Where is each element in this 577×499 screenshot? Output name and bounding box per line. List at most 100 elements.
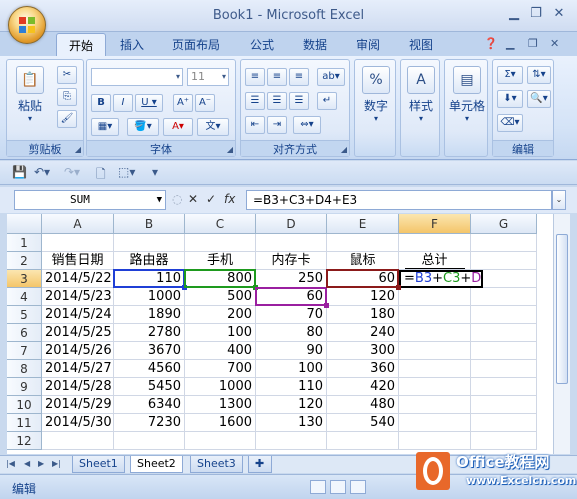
wrap-text-icon[interactable]: ↵ bbox=[317, 92, 337, 110]
column-header-c[interactable]: C bbox=[185, 214, 256, 234]
cell-e10[interactable]: 480 bbox=[327, 396, 399, 414]
cell-c8[interactable]: 700 bbox=[185, 360, 256, 378]
cell-e9[interactable]: 420 bbox=[327, 378, 399, 396]
ribbon-minimize-icon[interactable]: ▁ bbox=[506, 37, 514, 50]
sheet-tab-1[interactable]: Sheet1 bbox=[72, 456, 125, 473]
cell-a4[interactable]: 2014/5/23 bbox=[42, 288, 114, 306]
cell-g7[interactable] bbox=[471, 342, 537, 360]
cell-e12[interactable] bbox=[327, 432, 399, 450]
clear-icon[interactable]: ⌫▾ bbox=[497, 114, 523, 132]
cell-a11[interactable]: 2014/5/30 bbox=[42, 414, 114, 432]
cell-d3[interactable]: 250 bbox=[256, 270, 327, 288]
row-header-3[interactable]: 3 bbox=[7, 270, 42, 288]
row-header-4[interactable]: 4 bbox=[7, 288, 42, 306]
underline-button[interactable]: U ▾ bbox=[135, 94, 163, 112]
sheet-tab-2[interactable]: Sheet2 bbox=[130, 456, 183, 473]
cell-a5[interactable]: 2014/5/24 bbox=[42, 306, 114, 324]
cell-b4[interactable]: 1000 bbox=[114, 288, 185, 306]
font-launcher-icon[interactable]: ◢ bbox=[227, 145, 233, 154]
cell-f10[interactable] bbox=[399, 396, 471, 414]
align-right-icon[interactable]: ☰ bbox=[289, 92, 309, 110]
find-select-icon[interactable]: 🔍▾ bbox=[527, 90, 551, 108]
ribbon-close-icon[interactable]: ✕ bbox=[550, 37, 559, 50]
tab-formulas[interactable]: 公式 bbox=[250, 36, 274, 53]
cell-b5[interactable]: 1890 bbox=[114, 306, 185, 324]
expand-namebox-icon[interactable]: ◌ bbox=[172, 192, 182, 206]
cell-g9[interactable] bbox=[471, 378, 537, 396]
cell-b2[interactable]: 路由器 bbox=[114, 252, 185, 270]
page-break-view-icon[interactable] bbox=[350, 480, 366, 494]
column-header-a[interactable]: A bbox=[42, 214, 114, 234]
cell-a10[interactable]: 2014/5/29 bbox=[42, 396, 114, 414]
cell-b8[interactable]: 4560 bbox=[114, 360, 185, 378]
minimize-icon[interactable]: ▁ bbox=[505, 6, 523, 21]
help-icon[interactable]: ❓ bbox=[484, 37, 498, 50]
cell-a6[interactable]: 2014/5/25 bbox=[42, 324, 114, 342]
shrink-font-icon[interactable]: A⁻ bbox=[195, 94, 215, 112]
restore-icon[interactable]: ❐ bbox=[527, 6, 545, 21]
font-size-combo[interactable]: 11 ▾ bbox=[187, 68, 229, 86]
insert-sheet-icon[interactable]: ✚ bbox=[248, 456, 272, 473]
cell-b3[interactable]: 110 bbox=[114, 270, 185, 288]
cell-d2[interactable]: 内存卡 bbox=[256, 252, 327, 270]
column-header-d[interactable]: D bbox=[256, 214, 327, 234]
first-sheet-icon[interactable]: |◀ bbox=[6, 459, 15, 468]
column-header-e[interactable]: E bbox=[327, 214, 399, 234]
cancel-entry-icon[interactable]: ✕ bbox=[188, 192, 198, 206]
scrollbar-thumb[interactable] bbox=[556, 234, 568, 384]
cell-f11[interactable] bbox=[399, 414, 471, 432]
cell-a7[interactable]: 2014/5/26 bbox=[42, 342, 114, 360]
row-header-2[interactable]: 2 bbox=[7, 252, 42, 270]
office-button[interactable] bbox=[8, 6, 46, 44]
ribbon-restore-icon[interactable]: ❐ bbox=[528, 37, 538, 50]
cell-c9[interactable]: 1000 bbox=[185, 378, 256, 396]
select-all-corner[interactable] bbox=[7, 214, 42, 234]
font-name-combo[interactable]: ▾ bbox=[91, 68, 183, 86]
cell-f8[interactable] bbox=[399, 360, 471, 378]
copy-icon[interactable]: ⎘ bbox=[57, 88, 77, 106]
bold-button[interactable]: B bbox=[91, 94, 111, 112]
fill-color-icon[interactable]: 🪣▾ bbox=[127, 118, 159, 136]
cell-e6[interactable]: 240 bbox=[327, 324, 399, 342]
orientation-icon[interactable]: ab▾ bbox=[317, 68, 345, 86]
cell-f7[interactable] bbox=[399, 342, 471, 360]
sort-filter-icon[interactable]: ⇅▾ bbox=[527, 66, 551, 84]
column-header-f[interactable]: F bbox=[399, 214, 471, 234]
cell-d1[interactable] bbox=[256, 234, 327, 252]
autosum-icon[interactable]: Σ▾ bbox=[497, 66, 523, 84]
column-header-b[interactable]: B bbox=[114, 214, 185, 234]
row-header-11[interactable]: 11 bbox=[7, 414, 42, 432]
cell-e3[interactable]: 60 bbox=[327, 270, 399, 288]
tab-insert[interactable]: 插入 bbox=[120, 36, 144, 53]
decrease-indent-icon[interactable]: ⇤ bbox=[245, 116, 265, 134]
cell-b12[interactable] bbox=[114, 432, 185, 450]
cell-g2[interactable] bbox=[471, 252, 537, 270]
cell-b11[interactable]: 7230 bbox=[114, 414, 185, 432]
undo-icon[interactable]: ↶▾ bbox=[34, 165, 50, 179]
customize-toolbar-icon[interactable]: ▾ bbox=[152, 165, 158, 179]
cell-d4[interactable]: 60 bbox=[256, 288, 327, 306]
cell-c10[interactable]: 1300 bbox=[185, 396, 256, 414]
cell-e4[interactable]: 120 bbox=[327, 288, 399, 306]
enter-entry-icon[interactable]: ✓ bbox=[206, 192, 216, 206]
tab-home[interactable]: 开始 bbox=[56, 33, 107, 57]
row-header-5[interactable]: 5 bbox=[7, 306, 42, 324]
number-format-button[interactable]: % 数字 ▾ bbox=[359, 66, 393, 123]
cell-f4[interactable] bbox=[399, 288, 471, 306]
select-icon[interactable]: ⬚▾ bbox=[118, 165, 135, 179]
font-color-icon[interactable]: A▾ bbox=[163, 118, 193, 136]
cell-b10[interactable]: 6340 bbox=[114, 396, 185, 414]
cell-b7[interactable]: 3670 bbox=[114, 342, 185, 360]
vertical-scrollbar[interactable] bbox=[553, 214, 570, 454]
active-cell-editor[interactable]: =B3+C3+D4+E3 bbox=[399, 270, 483, 288]
cell-g8[interactable] bbox=[471, 360, 537, 378]
column-header-g[interactable]: G bbox=[471, 214, 537, 234]
cell-b6[interactable]: 2780 bbox=[114, 324, 185, 342]
cell-d12[interactable] bbox=[256, 432, 327, 450]
row-header-6[interactable]: 6 bbox=[7, 324, 42, 342]
grow-font-icon[interactable]: A⁺ bbox=[173, 94, 193, 112]
next-sheet-icon[interactable]: ▶ bbox=[38, 459, 44, 468]
cell-a1[interactable] bbox=[42, 234, 114, 252]
phonetic-icon[interactable]: 文▾ bbox=[197, 118, 229, 136]
format-painter-icon[interactable]: 🖌 bbox=[57, 110, 77, 128]
